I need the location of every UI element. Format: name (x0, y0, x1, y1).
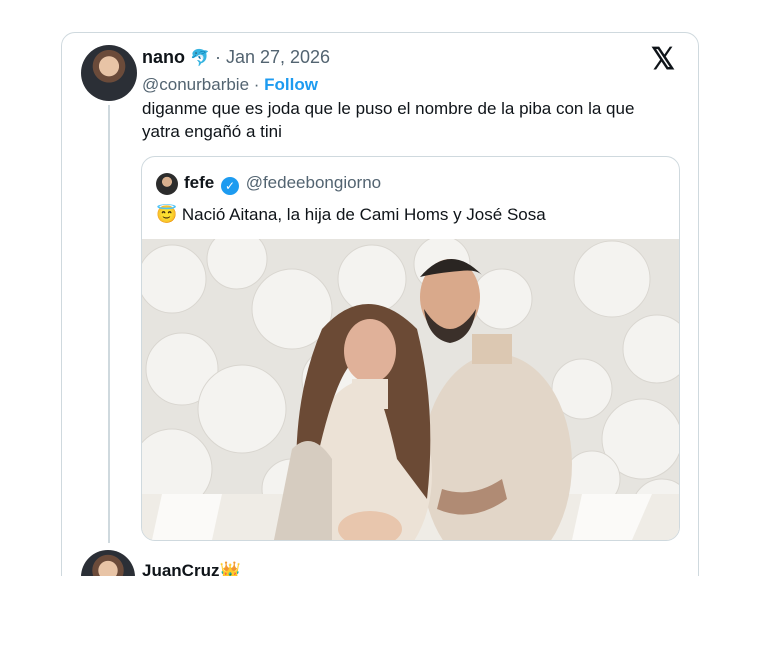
author-handle[interactable]: @conurbarbie (142, 75, 249, 94)
quoted-text: Nació Aitana, la hija de Cami Homs y Jos… (181, 205, 546, 224)
author-name[interactable]: nano (142, 47, 185, 67)
x-logo-icon[interactable]: 𝕏 (650, 45, 676, 75)
quoted-photo[interactable] (142, 239, 679, 540)
handle-row: @conurbarbie · Follow (142, 75, 318, 95)
couple-photo-illustration (142, 239, 679, 540)
tweet-text: diganme que es joda que le puso el nombr… (142, 99, 635, 141)
thread-line (108, 105, 110, 543)
embedded-tweet-card[interactable]: nano 🐬 · Jan 27, 2026 @conurbarbie · Fol… (61, 32, 699, 634)
follow-separator: · (249, 75, 265, 94)
author-avatar[interactable] (81, 45, 137, 101)
tweet-header: nano 🐬 · Jan 27, 2026 (142, 47, 330, 68)
date-separator: · (209, 47, 226, 67)
quoted-author-avatar (156, 173, 178, 195)
verified-badge-icon: ✓ (220, 177, 239, 195)
author-emoji: 🐬 (190, 50, 210, 67)
quoted-tweet[interactable]: fefe ✓ @fedeebongiorno 😇 Nació Aitana, l… (141, 156, 680, 541)
quoted-handle: @fedeebongiorno (245, 173, 382, 192)
quoted-emoji: 😇 (156, 205, 178, 224)
follow-button[interactable]: Follow (264, 75, 318, 94)
quoted-author-name: fefe (184, 173, 215, 192)
tweet-date[interactable]: Jan 27, 2026 (226, 47, 330, 67)
quoted-header: fefe ✓ @fedeebongiorno (184, 173, 381, 195)
quoted-text-row: 😇 Nació Aitana, la hija de Cami Homs y J… (156, 205, 546, 225)
bottom-crop-area (0, 576, 760, 653)
